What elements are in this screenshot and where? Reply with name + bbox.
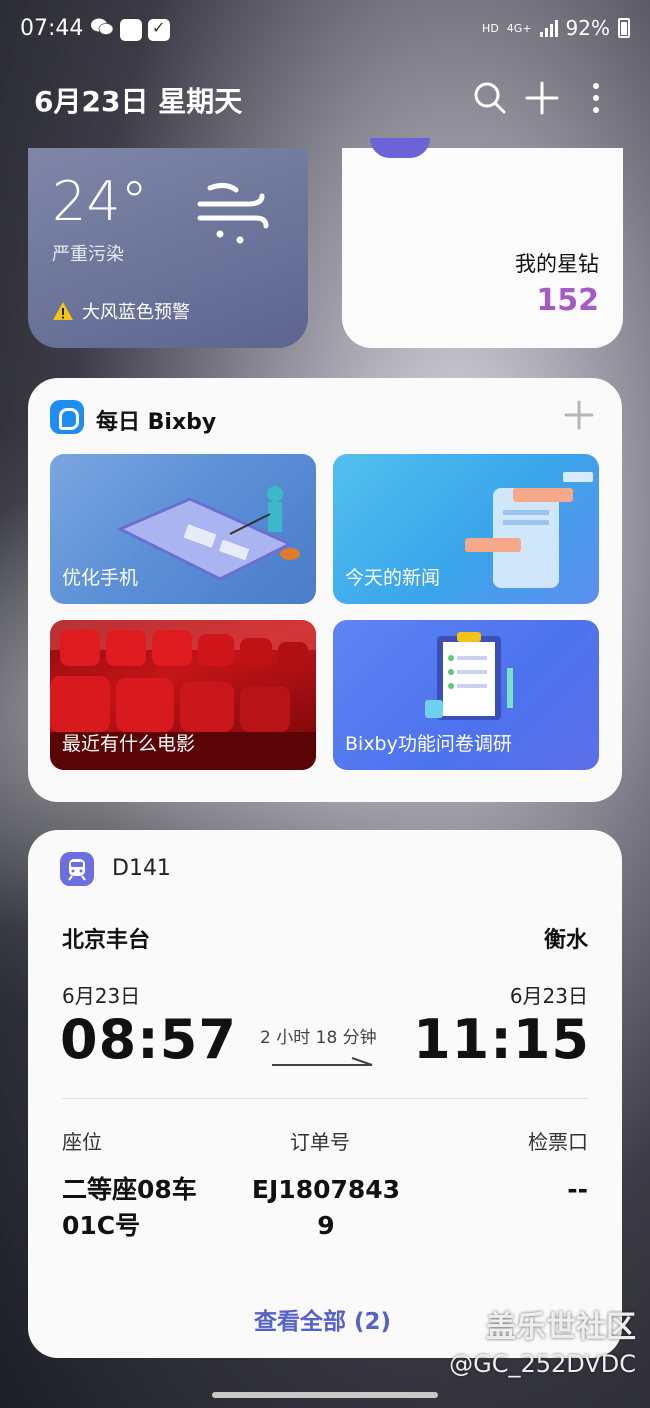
departure-station: 北京丰台 — [62, 928, 151, 953]
app-notification-icon — [120, 18, 142, 41]
warning-icon — [53, 302, 73, 320]
wind-icon — [197, 182, 269, 244]
order-value: EJ1807843 9 — [246, 1172, 406, 1244]
add-icon[interactable] — [522, 78, 562, 118]
departure-date: 6月23日 — [62, 984, 141, 1008]
hd-indicator: HD — [482, 21, 499, 35]
star-badge-shape — [370, 138, 430, 158]
tile-label: 今天的新闻 — [345, 567, 441, 589]
bixby-title: 每日 Bixby — [96, 410, 217, 435]
gate-value: -- — [567, 1175, 588, 1204]
watermark-community: 盖乐世社区 — [486, 1310, 636, 1345]
status-right: HD 4G+ 92% — [482, 16, 630, 40]
seat-line-1: 二等座08车 — [62, 1175, 197, 1204]
phone-cleaning-illustration — [116, 486, 300, 581]
notification-icons — [90, 17, 170, 42]
home-indicator[interactable] — [212, 1392, 438, 1398]
arrival-date: 6月23日 — [509, 984, 588, 1008]
temperature: 24° — [52, 170, 148, 233]
star-label: 我的星钻 — [515, 252, 599, 276]
star-diamond-widget[interactable]: 我的星钻 152 — [342, 138, 623, 348]
alert-text: 大风蓝色预警 — [82, 302, 190, 323]
trip-duration: 2 小时 18 分钟 — [260, 1028, 377, 1048]
search-icon[interactable] — [470, 78, 510, 118]
weather-widget[interactable]: 24° 严重污染 大风蓝色预警 — [28, 148, 308, 348]
seat-line-2: 01C号 — [62, 1211, 141, 1240]
order-label: 订单号 — [290, 1130, 350, 1154]
daily-bixby-widget: 每日 Bixby 优化手机 今天的新闻 最近有什么电影 Bixby功能问卷调研 — [28, 378, 622, 802]
air-quality: 严重污染 — [52, 244, 124, 265]
bixby-add-icon[interactable] — [564, 400, 594, 430]
departure-time: 08:57 — [60, 1008, 237, 1071]
seat-label: 座位 — [62, 1130, 102, 1154]
tile-optimize-phone[interactable]: 优化手机 — [50, 454, 316, 604]
seat-value: 二等座08车 01C号 — [62, 1172, 197, 1244]
weather-alert: 大风蓝色预警 — [52, 298, 190, 324]
tile-label: 最近有什么电影 — [62, 733, 196, 755]
news-illustration — [465, 472, 593, 588]
train-icon — [60, 852, 94, 886]
tile-bixby-survey[interactable]: Bixby功能问卷调研 — [333, 620, 599, 770]
tile-label: Bixby功能问卷调研 — [345, 733, 512, 755]
wechat-icon — [90, 17, 114, 42]
battery-icon — [618, 18, 630, 38]
check-notification-icon — [148, 18, 170, 41]
tile-recent-movies[interactable]: 最近有什么电影 — [50, 620, 316, 770]
survey-clipboard-illustration — [425, 632, 513, 720]
tile-today-news[interactable]: 今天的新闻 — [333, 454, 599, 604]
arrival-station: 衡水 — [543, 928, 588, 953]
divider — [62, 1098, 588, 1099]
star-value: 152 — [536, 283, 599, 318]
signal-icon — [539, 19, 558, 37]
gate-label: 检票口 — [528, 1130, 588, 1154]
order-line-2: 9 — [317, 1211, 335, 1240]
order-line-1: EJ1807843 — [251, 1175, 401, 1204]
more-options-icon[interactable] — [576, 78, 616, 118]
status-time: 07:44 — [20, 16, 84, 41]
arrow-right-icon — [272, 1057, 373, 1066]
watermark-handle: @GC_252DVDC — [449, 1350, 636, 1378]
arrival-time: 11:15 — [413, 1008, 590, 1071]
view-all-link[interactable]: 查看全部 (2) — [254, 1302, 391, 1336]
header-date: 6月23日 星期天 — [34, 85, 243, 118]
tile-label: 优化手机 — [62, 567, 139, 589]
train-ticket-widget[interactable]: D141 北京丰台 衡水 6月23日 6月23日 08:57 11:15 2 小… — [28, 830, 622, 1358]
battery-percent: 92% — [565, 16, 610, 40]
bixby-icon — [50, 400, 84, 434]
status-bar: 07:44 HD 4G+ 92% — [0, 0, 650, 60]
train-number: D141 — [112, 856, 171, 881]
network-type: 4G+ — [506, 21, 532, 35]
